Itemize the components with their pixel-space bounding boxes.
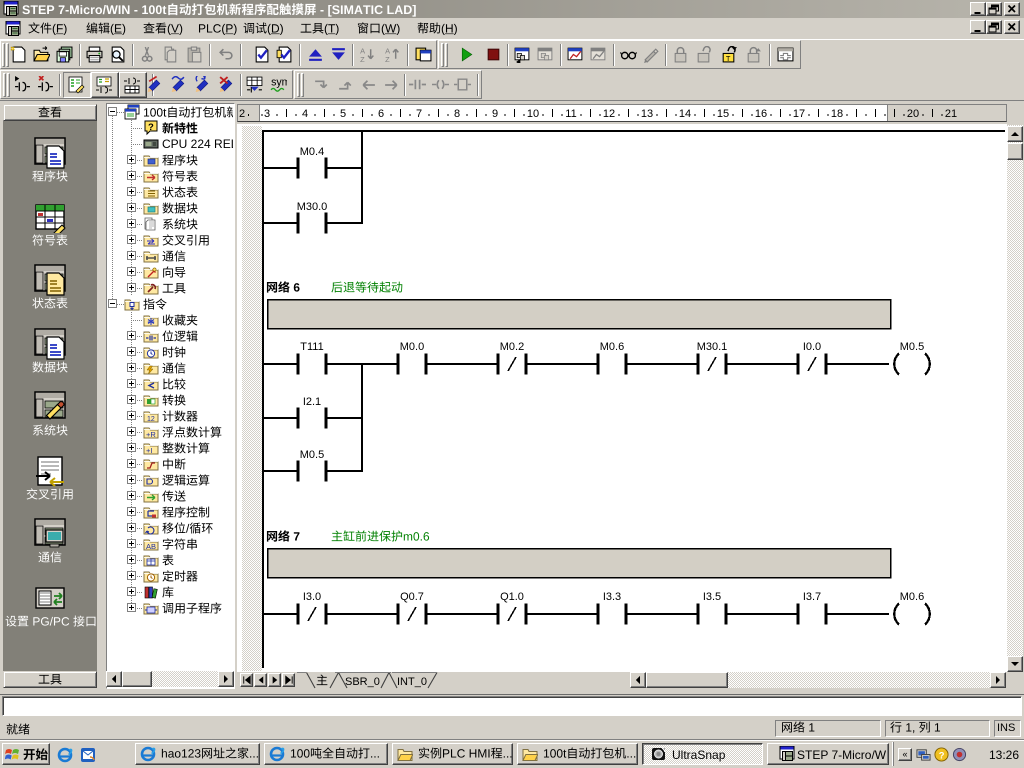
svg-text:7: 7 (416, 108, 422, 120)
svg-text:8: 8 (454, 108, 460, 120)
svg-text:Q0.7: Q0.7 (400, 591, 424, 603)
svg-text:Z: Z (385, 55, 390, 63)
svg-text:M30.0: M30.0 (297, 201, 328, 213)
svg-text:6: 6 (378, 108, 384, 120)
svg-text:16: 16 (755, 108, 767, 120)
svg-text:SBR_0: SBR_0 (345, 676, 380, 688)
svg-text:?: ? (939, 750, 945, 760)
svg-text:18: 18 (831, 108, 843, 120)
svg-text:15: 15 (717, 108, 729, 120)
svg-text:I0.0: I0.0 (803, 341, 821, 353)
svg-text:Q1.0: Q1.0 (500, 591, 524, 603)
svg-text:12: 12 (147, 416, 155, 423)
svg-text:sym: sym (271, 77, 287, 89)
svg-text:I3.0: I3.0 (303, 591, 321, 603)
svg-text:AB: AB (146, 542, 156, 551)
svg-text:+R: +R (146, 430, 156, 439)
svg-text:M0.5: M0.5 (300, 449, 324, 461)
svg-text:9: 9 (492, 108, 498, 120)
svg-text:M0.6: M0.6 (600, 341, 624, 353)
svg-text:Z: Z (360, 55, 365, 63)
svg-text:T111: T111 (300, 341, 323, 353)
svg-text:M0.5: M0.5 (900, 341, 924, 353)
svg-text:3: 3 (264, 108, 270, 120)
svg-text:M0.4: M0.4 (300, 146, 324, 158)
svg-text:13: 13 (641, 108, 653, 120)
svg-text:T: T (726, 54, 731, 63)
svg-text:12: 12 (603, 108, 615, 120)
svg-text:11: 11 (565, 108, 576, 120)
svg-text:2: 2 (239, 108, 245, 120)
svg-text:20: 20 (907, 108, 919, 120)
svg-text:5: 5 (340, 108, 346, 120)
svg-text:10: 10 (527, 108, 539, 120)
svg-text:M0.6: M0.6 (900, 591, 924, 603)
svg-text:I3.7: I3.7 (803, 591, 821, 603)
svg-text:I2.1: I2.1 (303, 396, 321, 408)
svg-text:?: ? (148, 122, 154, 133)
svg-text:M0.2: M0.2 (500, 341, 524, 353)
svg-text:M30.1: M30.1 (697, 341, 728, 353)
svg-text:+I: +I (146, 446, 152, 455)
svg-text:21: 21 (945, 108, 957, 120)
svg-text:4: 4 (302, 108, 308, 120)
svg-text:17: 17 (793, 108, 805, 120)
svg-text:14: 14 (679, 108, 691, 120)
svg-text:INT_0: INT_0 (397, 676, 427, 688)
svg-text:I3.3: I3.3 (603, 591, 621, 603)
svg-text:I3.5: I3.5 (703, 591, 721, 603)
svg-text:M0.0: M0.0 (400, 341, 424, 353)
